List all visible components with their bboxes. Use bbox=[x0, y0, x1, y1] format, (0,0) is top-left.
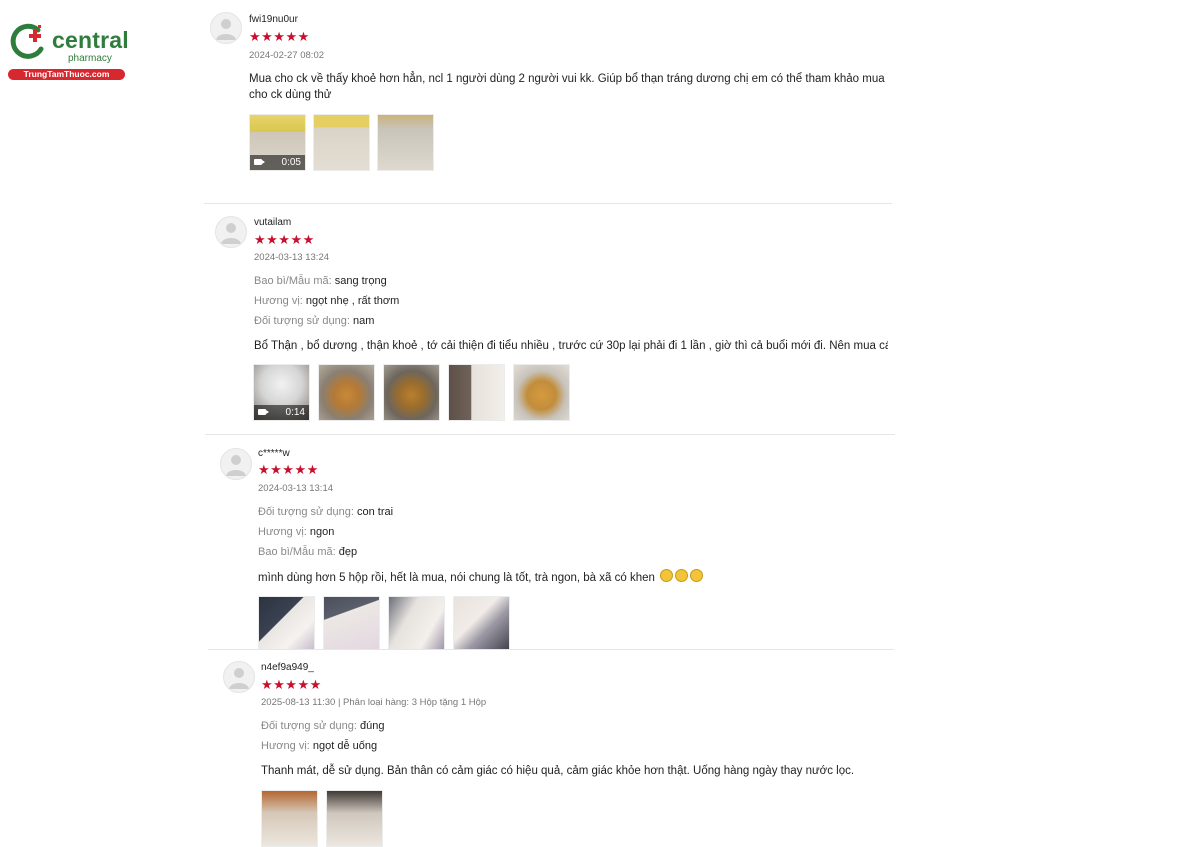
logo-site-url: TrungTamThuoc.com bbox=[8, 69, 125, 80]
attribute-label: Bao bì/Mẫu mã: bbox=[258, 546, 336, 558]
video-camera-icon bbox=[258, 409, 269, 415]
star-rating: ★★★★★ bbox=[254, 232, 315, 247]
attribute-label: Bao bì/Mẫu mã: bbox=[254, 275, 332, 287]
review-username[interactable]: vutailam bbox=[254, 217, 291, 228]
review-comment: Bổ Thận , bổ dương , thận khoẻ , tớ cải … bbox=[254, 340, 888, 352]
video-duration: 0:14 bbox=[285, 407, 305, 418]
central-pharmacy-logo[interactable]: central pharmacy TrungTamThuoc.com bbox=[8, 22, 130, 82]
review-attribute-flavor: Hương vị: ngon bbox=[258, 526, 334, 538]
review-card: vutailam ★★★★★ 2024-03-13 13:24 Bao bì/M… bbox=[204, 203, 892, 429]
user-avatar-icon[interactable] bbox=[210, 12, 242, 44]
review-photo-thumbnail[interactable] bbox=[313, 114, 370, 171]
pharmacy-cross-logo-icon bbox=[10, 23, 44, 59]
review-photo-thumbnail[interactable] bbox=[448, 364, 505, 421]
review-comment: Mua cho ck về thấy khoẻ hơn hẳn, ncl 1 n… bbox=[249, 73, 885, 101]
review-attribute-flavor: Hương vị: ngọt nhẹ , rất thơm bbox=[254, 295, 399, 307]
laughing-emoji-icon bbox=[660, 569, 674, 582]
review-username[interactable]: c*****w bbox=[258, 448, 290, 459]
review-photo-thumbnail[interactable] bbox=[258, 596, 315, 653]
review-date: 2024-02-27 08:02 bbox=[249, 50, 325, 61]
review-video-thumbnail[interactable]: 0:05 bbox=[249, 114, 306, 171]
user-avatar-icon[interactable] bbox=[223, 661, 255, 693]
attribute-value: con trai bbox=[357, 506, 394, 518]
review-photo-thumbnail[interactable] bbox=[388, 596, 445, 653]
review-media-list: 0:05 bbox=[249, 114, 434, 171]
review-date: 2024-03-13 13:24 bbox=[254, 252, 330, 263]
attribute-value: ngon bbox=[309, 526, 335, 538]
review-photo-thumbnail[interactable] bbox=[513, 364, 570, 421]
review-comment-text: mình dùng hơn 5 hộp rồi, hết là mua, nói… bbox=[258, 572, 655, 584]
logo-subtitle: pharmacy bbox=[68, 53, 112, 64]
review-username[interactable]: n4ef9a949_ bbox=[261, 662, 314, 673]
review-attribute-target: Đối tượng sử dụng: nam bbox=[254, 315, 374, 327]
review-photo-thumbnail[interactable] bbox=[377, 114, 434, 171]
video-duration: 0:05 bbox=[281, 157, 301, 168]
attribute-label: Hương vị: bbox=[258, 526, 307, 538]
review-media-list: 0:14 bbox=[253, 364, 570, 421]
logo-brand-name: central bbox=[52, 27, 129, 53]
review-photo-thumbnail[interactable] bbox=[383, 364, 440, 421]
laughing-emoji-icon bbox=[675, 569, 689, 582]
attribute-label: Hương vị: bbox=[261, 740, 310, 752]
review-media-list bbox=[261, 790, 383, 847]
review-media-list bbox=[258, 596, 510, 653]
attribute-label: Hương vị: bbox=[254, 295, 303, 307]
attribute-value: sang trọng bbox=[334, 275, 387, 287]
review-video-thumbnail[interactable]: 0:14 bbox=[253, 364, 310, 421]
review-attribute-target: Đối tượng sử dụng: đúng bbox=[261, 720, 384, 732]
review-attribute-packaging: Bao bì/Mẫu mã: sang trọng bbox=[254, 275, 387, 287]
video-badge: 0:05 bbox=[250, 155, 305, 170]
attribute-label: Đối tượng sử dụng: bbox=[258, 506, 354, 518]
user-avatar-icon[interactable] bbox=[215, 216, 247, 248]
star-rating: ★★★★★ bbox=[258, 462, 319, 477]
video-badge: 0:14 bbox=[254, 405, 309, 420]
review-photo-thumbnail[interactable] bbox=[326, 790, 383, 847]
review-card: c*****w ★★★★★ 2024-03-13 13:14 Đối tượng… bbox=[205, 434, 895, 653]
attribute-value: đẹp bbox=[338, 546, 358, 558]
attribute-label: Đối tượng sử dụng: bbox=[261, 720, 357, 732]
user-avatar-icon[interactable] bbox=[220, 448, 252, 480]
review-comment: mình dùng hơn 5 hộp rồi, hết là mua, nói… bbox=[258, 569, 888, 586]
review-date-and-variant: 2025-08-13 11:30 | Phân loại hàng: 3 Hộp… bbox=[261, 697, 487, 708]
review-attribute-target: Đối tượng sử dụng: con trai bbox=[258, 506, 393, 518]
review-photo-thumbnail[interactable] bbox=[453, 596, 510, 653]
review-attribute-packaging: Bao bì/Mẫu mã: đẹp bbox=[258, 546, 357, 558]
attribute-value: ngọt nhẹ , rất thơm bbox=[305, 295, 400, 307]
review-comment: Thanh mát, dễ sử dụng. Bản thân có cảm g… bbox=[261, 765, 855, 777]
review-attribute-flavor: Hương vị: ngọt dễ uống bbox=[261, 740, 377, 752]
laughing-emoji-icon bbox=[690, 569, 704, 582]
review-photo-thumbnail[interactable] bbox=[318, 364, 375, 421]
review-divider bbox=[205, 434, 895, 435]
attribute-label: Đối tượng sử dụng: bbox=[254, 315, 350, 327]
review-username[interactable]: fwi19nu0ur bbox=[249, 14, 298, 25]
review-card: n4ef9a949_ ★★★★★ 2025-08-13 11:30 | Phân… bbox=[208, 649, 894, 847]
star-rating: ★★★★★ bbox=[249, 29, 310, 44]
review-date: 2024-03-13 13:14 bbox=[258, 483, 334, 494]
review-card: fwi19nu0ur ★★★★★ 2024-02-27 08:02 Mua ch… bbox=[200, 0, 894, 205]
review-photo-thumbnail[interactable] bbox=[323, 596, 380, 653]
review-photo-thumbnail[interactable] bbox=[261, 790, 318, 847]
review-divider bbox=[204, 203, 892, 204]
attribute-value: nam bbox=[353, 315, 375, 327]
attribute-value: đúng bbox=[360, 720, 385, 732]
video-camera-icon bbox=[254, 159, 265, 165]
attribute-value: ngọt dễ uống bbox=[312, 740, 378, 752]
review-divider bbox=[208, 649, 894, 650]
star-rating: ★★★★★ bbox=[261, 677, 322, 692]
